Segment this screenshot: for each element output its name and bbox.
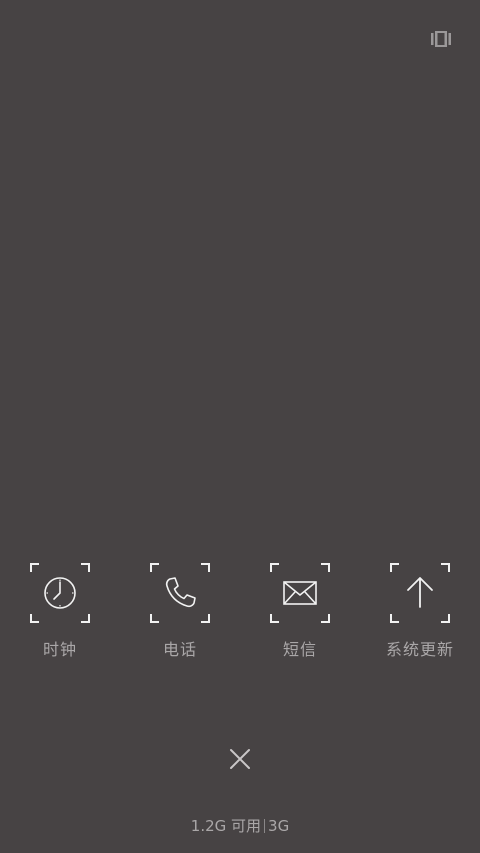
phone-icon	[165, 577, 196, 608]
close-icon	[230, 749, 250, 769]
arrow-up-icon	[407, 577, 433, 608]
app-system-update[interactable]: 系统更新	[360, 563, 480, 663]
recent-apps-toggle-icon[interactable]	[428, 28, 454, 50]
memory-divider	[264, 819, 266, 833]
memory-total: 3G	[268, 817, 290, 835]
clock-icon	[44, 577, 76, 609]
app-frame	[150, 563, 210, 623]
app-clock[interactable]: 时钟	[0, 563, 120, 663]
close-all-button[interactable]	[226, 745, 254, 773]
app-label: 短信	[282, 640, 317, 659]
app-frame	[270, 563, 330, 623]
recent-apps-row: 时钟 电话 短信 系统更新	[0, 563, 480, 663]
memory-status: 1.2G 可用 3G	[0, 815, 480, 836]
app-frame	[30, 563, 90, 623]
app-label: 电话	[162, 640, 197, 659]
app-phone[interactable]: 电话	[120, 563, 240, 663]
app-label: 系统更新	[385, 640, 454, 659]
memory-available: 1.2G 可用	[190, 817, 262, 835]
app-frame	[390, 563, 450, 623]
app-label: 时钟	[42, 640, 77, 659]
message-icon	[283, 581, 317, 605]
app-messages[interactable]: 短信	[240, 563, 360, 663]
